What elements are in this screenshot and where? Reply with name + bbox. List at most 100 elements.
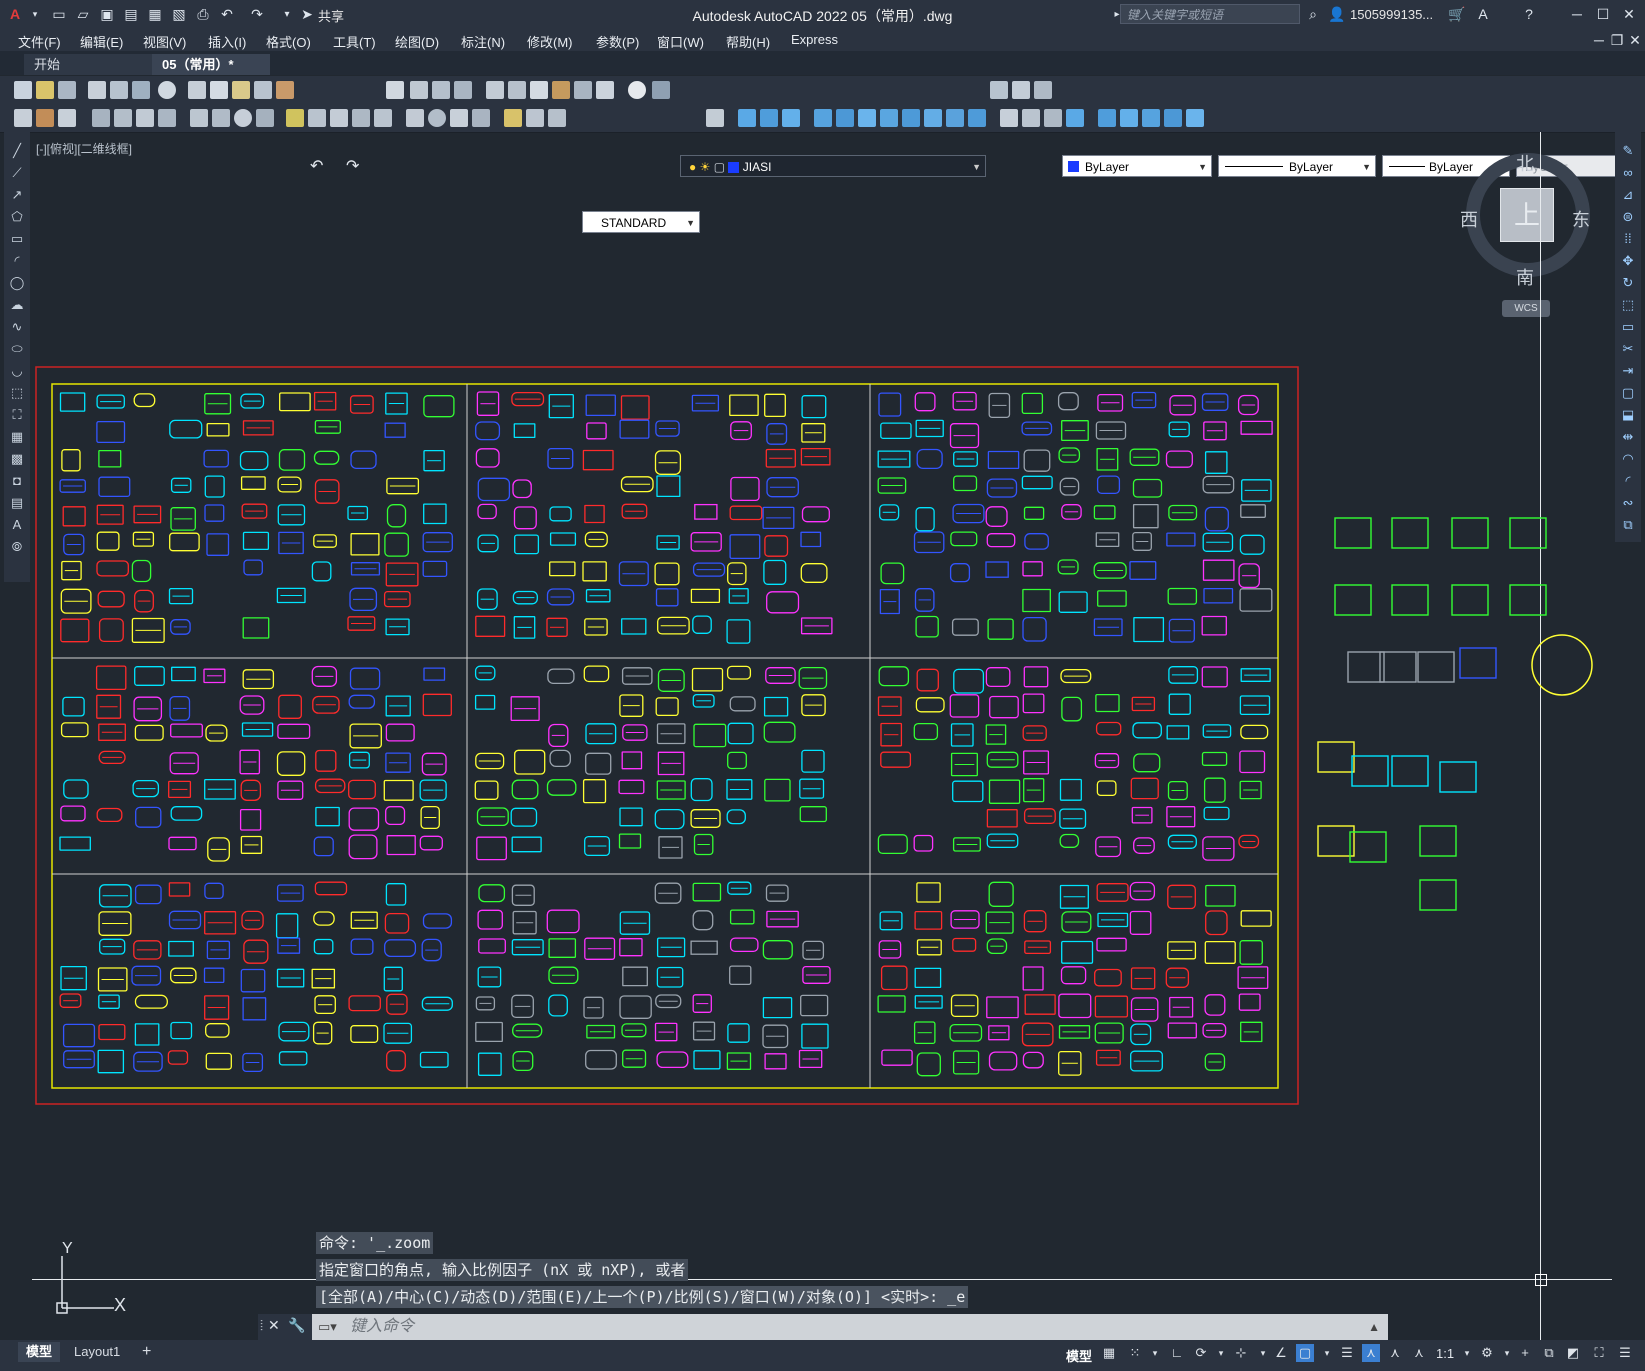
cad-block bbox=[513, 423, 536, 439]
cad-block bbox=[618, 779, 645, 795]
cad-block bbox=[1132, 722, 1162, 739]
cad-block bbox=[762, 940, 793, 960]
cad-block bbox=[949, 563, 971, 583]
loose-cad-block bbox=[1334, 517, 1372, 549]
cad-block bbox=[385, 723, 415, 742]
cad-block bbox=[96, 420, 126, 444]
cad-block bbox=[170, 1021, 193, 1040]
cad-block bbox=[134, 994, 168, 1009]
customize-wrench-icon[interactable]: 🔧 bbox=[288, 1317, 305, 1334]
customization-menu-icon[interactable]: ☰ bbox=[1616, 1344, 1634, 1362]
autoscale-icon[interactable]: ⋏ bbox=[1386, 1344, 1404, 1362]
cad-block bbox=[474, 780, 499, 800]
command-prompt-icon[interactable]: ▭▾ bbox=[318, 1314, 337, 1340]
cad-block bbox=[511, 779, 539, 800]
annotation-monitor-icon[interactable]: + bbox=[1516, 1344, 1534, 1362]
cad-block bbox=[1202, 559, 1235, 581]
new-layout-icon[interactable]: + bbox=[134, 1342, 159, 1362]
cad-block bbox=[1240, 504, 1266, 518]
cad-block bbox=[95, 665, 127, 691]
cad-block bbox=[513, 506, 537, 530]
model-space-button[interactable]: 模型 bbox=[1066, 1346, 1092, 1365]
cad-block bbox=[1132, 478, 1163, 498]
cad-block bbox=[1093, 505, 1116, 520]
cad-block bbox=[168, 940, 194, 957]
loose-cad-block bbox=[1451, 517, 1489, 549]
cad-block bbox=[1022, 588, 1051, 613]
cad-block bbox=[915, 507, 935, 532]
cad-block bbox=[422, 560, 448, 578]
loose-cad-block bbox=[1419, 879, 1457, 911]
snap-icon[interactable]: ⁙ bbox=[1126, 1344, 1144, 1362]
cad-block bbox=[514, 534, 540, 555]
object-snap-tracking-icon[interactable]: ∠ bbox=[1272, 1344, 1290, 1362]
cad-block bbox=[800, 531, 822, 548]
annotation-visibility-icon[interactable]: ⋏ bbox=[1362, 1344, 1380, 1362]
cad-block bbox=[654, 808, 685, 830]
cad-block bbox=[693, 723, 727, 748]
cad-block bbox=[1057, 392, 1079, 411]
cad-block bbox=[1240, 420, 1273, 435]
cad-block bbox=[135, 806, 162, 828]
loose-cad-block bbox=[1417, 651, 1455, 683]
cad-block bbox=[953, 475, 978, 492]
grip-icon[interactable]: ⦙ bbox=[260, 1317, 263, 1334]
cad-block bbox=[1024, 994, 1056, 1015]
command-input[interactable]: ▭▾ 键入命令 ▲ bbox=[312, 1314, 1388, 1340]
cad-block bbox=[619, 807, 643, 827]
tree-block bbox=[1531, 634, 1593, 696]
annotation-scale-value[interactable]: 1:1 bbox=[1436, 1346, 1454, 1361]
isodraft-icon[interactable]: ⊹ bbox=[1232, 1344, 1250, 1362]
annotation-scale-icon[interactable]: ⋏ bbox=[1410, 1344, 1428, 1362]
cad-block bbox=[276, 751, 306, 776]
hardware-acceleration-icon[interactable]: ◩ bbox=[1564, 1344, 1582, 1362]
ortho-icon[interactable]: ∟ bbox=[1168, 1344, 1186, 1362]
snap-chevron-down-icon[interactable]: ▾ bbox=[1146, 1344, 1164, 1362]
cad-block bbox=[204, 504, 225, 522]
cad-block bbox=[1165, 450, 1193, 468]
isodraft-chevron-down-icon[interactable]: ▾ bbox=[1254, 1344, 1272, 1362]
cad-block bbox=[1166, 725, 1190, 740]
object-snap-icon[interactable]: ▢ bbox=[1296, 1344, 1314, 1362]
lineweight-display-icon[interactable]: ☰ bbox=[1338, 1344, 1356, 1362]
grid-icon[interactable]: ▦ bbox=[1100, 1344, 1118, 1362]
scale-chevron-down-icon[interactable]: ▾ bbox=[1458, 1344, 1476, 1362]
cad-block bbox=[727, 1023, 750, 1043]
clean-screen-icon[interactable]: ⛶ bbox=[1590, 1344, 1608, 1362]
cad-block bbox=[62, 696, 85, 717]
cad-block bbox=[348, 834, 378, 860]
cad-block bbox=[1060, 966, 1087, 985]
layout-tab-layout1[interactable]: Layout1 bbox=[66, 1342, 128, 1362]
loose-cad-block bbox=[1509, 517, 1547, 549]
workspace-gear-icon[interactable]: ⚙ bbox=[1478, 1344, 1496, 1362]
cad-block bbox=[510, 807, 538, 827]
units-icon[interactable]: ⧉ bbox=[1540, 1344, 1558, 1362]
command-close-icon[interactable]: ✕ bbox=[268, 1317, 280, 1334]
cad-block bbox=[1205, 884, 1236, 907]
loose-cad-block bbox=[1349, 831, 1387, 863]
cad-block bbox=[582, 561, 607, 582]
cad-block bbox=[547, 668, 575, 685]
command-history-toggle-icon[interactable]: ▲ bbox=[1368, 1314, 1380, 1340]
cad-block bbox=[880, 422, 912, 440]
cad-block bbox=[619, 938, 643, 957]
cad-block bbox=[1022, 616, 1047, 642]
loose-cad-block bbox=[1334, 584, 1372, 616]
command-history-line-1: 命令: '_.zoom bbox=[316, 1232, 434, 1254]
cad-block bbox=[386, 835, 416, 856]
cad-block bbox=[690, 778, 713, 802]
cad-block bbox=[475, 1021, 503, 1043]
workspace-chevron-down-icon[interactable]: ▾ bbox=[1498, 1344, 1516, 1362]
cad-block bbox=[1239, 534, 1265, 555]
cad-block bbox=[690, 940, 718, 955]
drawing-canvas[interactable] bbox=[0, 0, 1645, 1371]
cad-block bbox=[583, 665, 610, 683]
polar-chevron-down-icon[interactable]: ▾ bbox=[1212, 1344, 1230, 1362]
cad-block bbox=[619, 995, 652, 1019]
cad-block bbox=[478, 938, 506, 954]
polar-icon[interactable]: ⟳ bbox=[1192, 1344, 1210, 1362]
object-snap-chevron-down-icon[interactable]: ▾ bbox=[1318, 1344, 1336, 1362]
layout-tab-model[interactable]: 模型 bbox=[18, 1342, 61, 1362]
cad-block bbox=[622, 966, 648, 987]
loose-cad-block bbox=[1351, 755, 1389, 787]
